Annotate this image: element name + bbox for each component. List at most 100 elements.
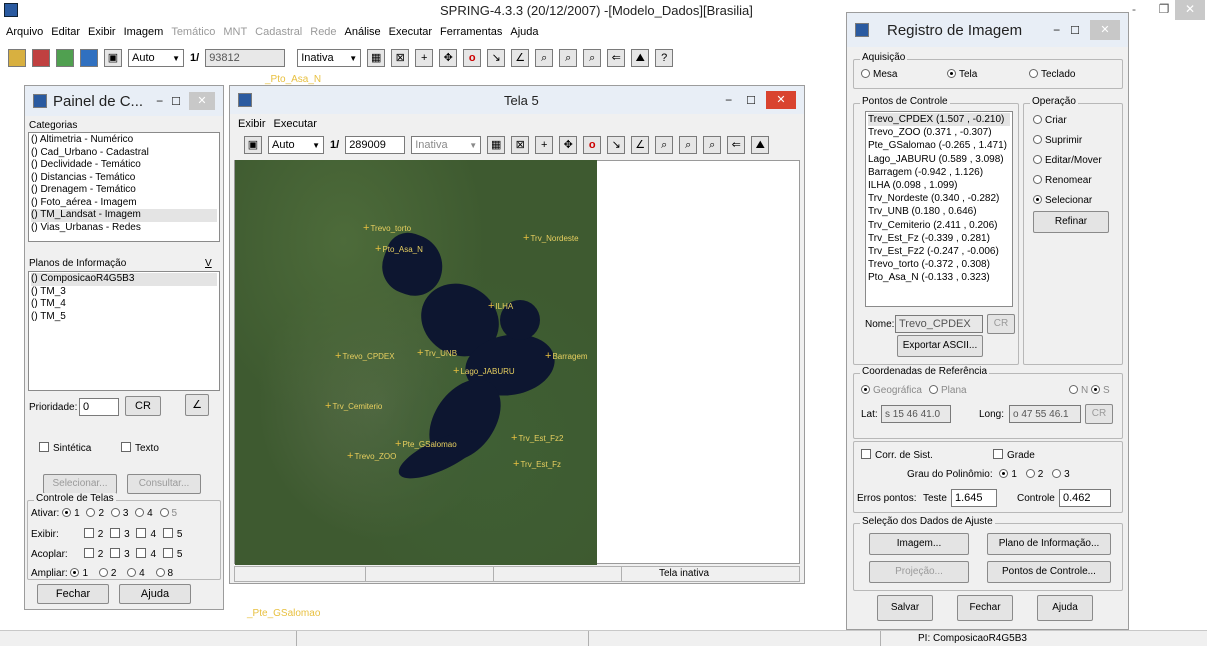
database-icon[interactable] [8,49,26,67]
scale-field[interactable]: 93812 [205,49,286,67]
tela5-back-icon[interactable]: ⇐ [727,136,746,154]
teclado-radio[interactable] [1029,69,1038,78]
list-item[interactable]: Trv_Est_Fz (-0.339 , 0.281) [868,232,1010,245]
gcp-label[interactable]: Trv_Est_Fz2 [511,432,563,444]
nome-cr-button[interactable]: CR [987,314,1015,334]
zoom-out-icon[interactable]: ⌕ [559,49,578,67]
list-item[interactable]: () TM_3 [31,286,217,299]
tela5-display-icon[interactable]: ▣ [244,136,262,154]
zoom-select[interactable]: Auto ▼ [128,49,184,67]
list-item[interactable]: Trv_Est_Fz2 (-0.247 , -0.006) [868,245,1010,258]
imagem-button[interactable]: Imagem... [869,533,969,555]
tela-radio[interactable] [947,69,956,78]
plana-radio[interactable] [929,385,938,394]
ativar-radio-3[interactable] [110,508,120,517]
painel-maximize-icon[interactable]: ☐ [171,95,181,108]
list-item[interactable]: Trv_Nordeste (0.340 , -0.282) [868,192,1010,205]
selecionar-button[interactable]: Selecionar... [43,474,117,494]
edit-icon[interactable] [80,49,98,67]
tela5-zoom-prev-icon[interactable]: ⌕ [703,136,722,154]
geografica-radio[interactable] [861,385,870,394]
op-editar[interactable]: Editar/Mover [1033,155,1102,166]
tela5-zoom-select[interactable]: Auto ▼ [268,136,324,154]
gcp-label[interactable]: Trv_UNB [417,347,457,359]
exibir-chk-4[interactable] [136,528,147,538]
op-renomear[interactable]: Renomear [1033,175,1092,186]
gcp-label[interactable]: Trv_Est_Fz [513,458,561,470]
project-icon[interactable] [32,49,50,67]
grade-checkbox[interactable] [993,449,1003,459]
zoom-in-icon[interactable]: ⊠ [391,49,410,67]
tela5-mode-select[interactable]: Inativa ▼ [411,136,482,154]
teste-field[interactable]: 1.645 [951,489,997,507]
list-item[interactable]: () Vias_Urbanas - Redes [31,222,217,235]
list-item[interactable]: () Declividade - Temático [31,159,217,172]
ativar-radio-1[interactable] [62,508,72,517]
list-item[interactable]: () TM_4 [31,298,217,311]
back-icon[interactable]: ⇐ [607,49,626,67]
list-item[interactable]: () Distancias - Temático [31,172,217,185]
ativar-radio-4[interactable] [135,508,145,517]
s-option[interactable]: S [1091,385,1110,396]
grau-radio-3[interactable] [1052,469,1062,478]
zoom-prev-icon[interactable]: ⌕ [583,49,602,67]
list-item[interactable]: () Foto_aérea - Imagem [31,197,217,210]
list-item[interactable]: Barragem (-0.942 , 1.126) [868,166,1010,179]
long-field[interactable]: o 47 55 46.1 [1009,405,1081,423]
editar-radio[interactable] [1033,155,1042,164]
tela5-pan-icon[interactable]: ✥ [559,136,578,154]
menu-editar[interactable]: Editar [51,26,80,38]
tela5-menu-executar[interactable]: Executar [274,118,317,130]
op-suprimir[interactable]: Suprimir [1033,135,1082,146]
menu-ferramentas[interactable]: Ferramentas [440,26,502,38]
gcp-label[interactable]: Trv_Nordeste [523,232,578,244]
pontos-list[interactable]: Trevo_CPDEX (1.507 , -0.210) Trevo_ZOO (… [865,111,1013,307]
gcp-label[interactable]: Pto_Asa_N [375,243,422,255]
ampliar-radio-1[interactable] [70,568,80,577]
texto-option[interactable]: Texto [121,442,159,454]
aquisicao-mesa[interactable]: Mesa [861,69,897,80]
gcp-label[interactable]: Barragem [545,350,587,362]
painel-ajuda-button[interactable]: Ajuda [119,584,191,604]
salvar-button[interactable]: Salvar [877,595,933,621]
menu-analise[interactable]: Análise [345,26,381,38]
pointer-icon[interactable]: ↘ [487,49,506,67]
lat-field[interactable]: s 15 46 41.0 [881,405,951,423]
list-item[interactable]: Trevo_CPDEX (1.507 , -0.210) [868,113,1010,127]
projecao-button[interactable]: Projeção... [869,561,969,583]
painel-edit-button[interactable]: ∠ [185,394,209,416]
painel-close-icon[interactable]: ✕ [189,92,215,110]
exibir-chk-5[interactable] [162,528,173,538]
exibir-chk-2[interactable] [83,528,94,538]
tela5-map-icon[interactable]: ⛰ [751,136,770,154]
pontos-controle-button[interactable]: Pontos de Controle... [987,561,1111,583]
acoplar-chk-3[interactable] [110,548,121,558]
help-icon[interactable]: ? [655,49,674,67]
map-icon[interactable]: ⛰ [631,49,650,67]
refinar-button[interactable]: Refinar [1033,211,1109,233]
gcp-label[interactable]: Trevo_CPDEX [335,350,394,362]
registro-fechar-button[interactable]: Fechar [957,595,1013,621]
corr-sist-checkbox[interactable] [861,449,871,459]
sintetica-checkbox[interactable] [39,442,49,452]
renomear-radio[interactable] [1033,175,1042,184]
menu-executar[interactable]: Executar [389,26,432,38]
op-criar[interactable]: Criar [1033,115,1067,126]
plus-icon[interactable]: + [415,49,434,67]
categorias-list[interactable]: () Altimetria - Numérico () Cad_Urbano -… [28,132,220,242]
list-item[interactable]: Trv_Cemiterio (2.411 , 0.206) [868,219,1010,232]
gcp-label[interactable]: Trevo_torto [363,222,411,234]
criar-radio[interactable] [1033,115,1042,124]
list-item[interactable]: () Drenagem - Temático [31,184,217,197]
list-item[interactable]: () TM_5 [31,311,217,324]
pan-icon[interactable]: ✥ [439,49,458,67]
planos-v-button[interactable]: V [205,258,212,269]
painel-cr-button[interactable]: CR [125,396,161,416]
sintetica-option[interactable]: Sintética [39,442,91,454]
tela5-zoom-area-icon[interactable]: ⌕ [655,136,674,154]
restore-icon[interactable]: ❐ [1150,0,1178,20]
layers-icon[interactable] [56,49,74,67]
coord-cr-button[interactable]: CR [1085,404,1113,424]
ativar-radio-2[interactable] [86,508,96,517]
list-item[interactable]: Lago_JABURU (0.589 , 3.098) [868,153,1010,166]
